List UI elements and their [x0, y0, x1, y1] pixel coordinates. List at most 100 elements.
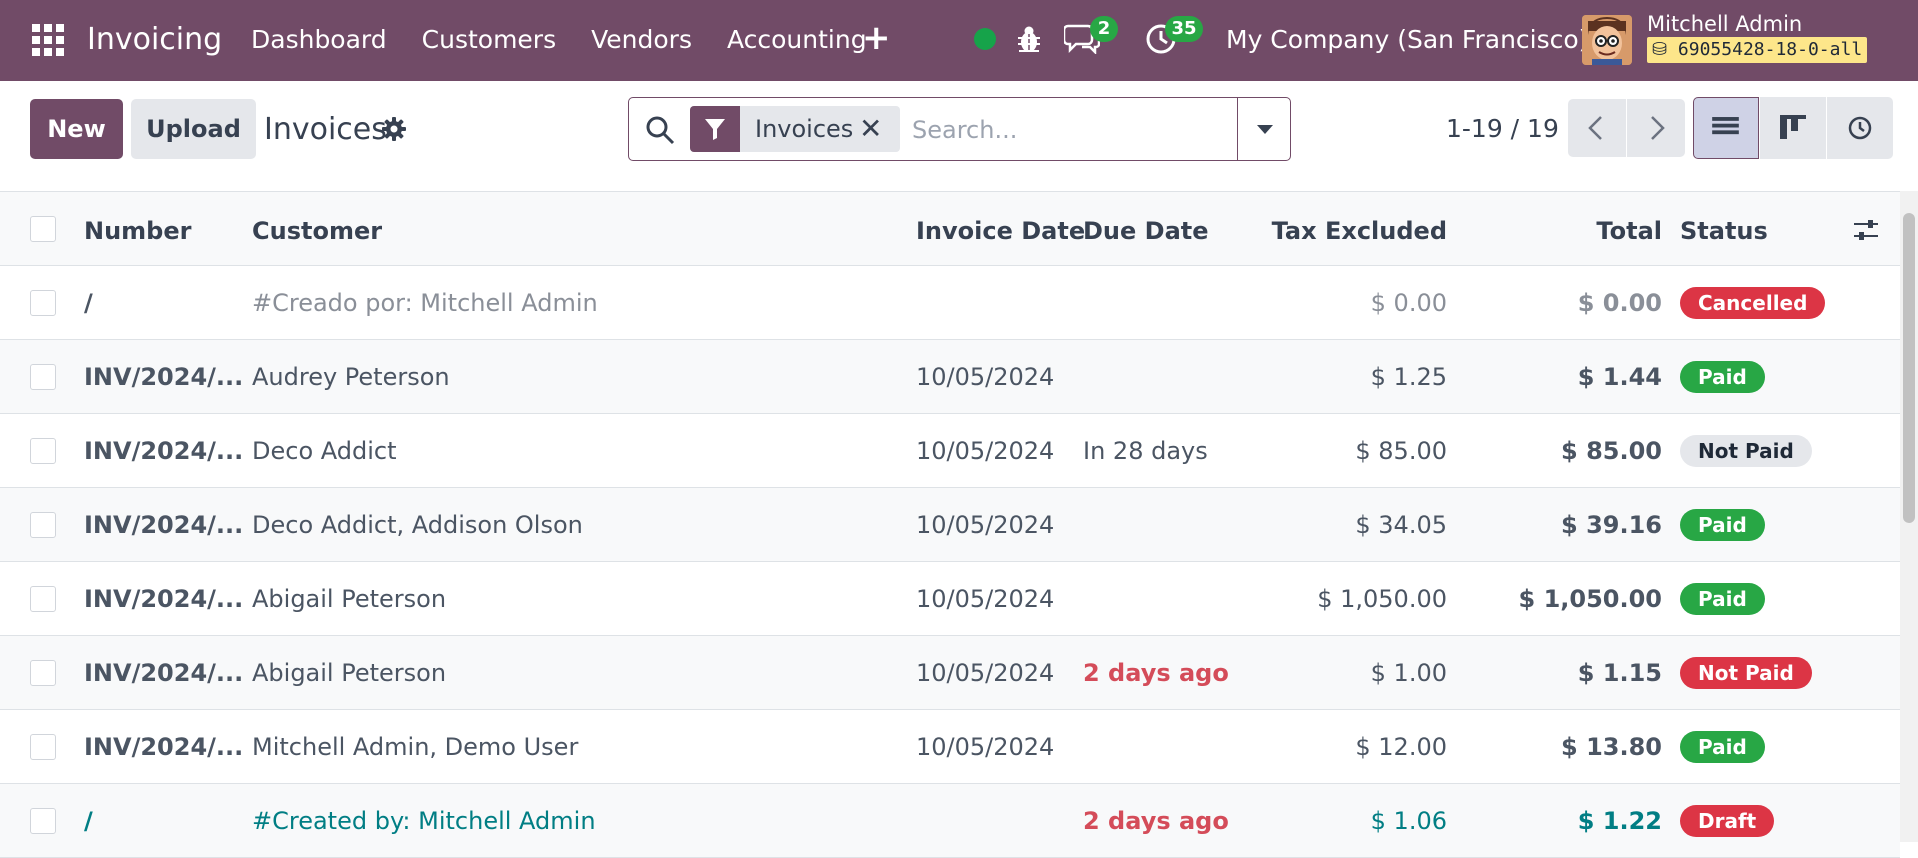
- row-checkbox[interactable]: [30, 512, 56, 538]
- row-invoice-date: 10/05/2024: [916, 363, 1055, 391]
- row-tax-excluded: $ 1,050.00: [1317, 585, 1447, 613]
- row-number: INV/2024/...: [84, 363, 244, 391]
- table-row[interactable]: INV/2024/... Audrey Peterson 10/05/2024 …: [0, 340, 1900, 414]
- status-badge: Paid: [1680, 731, 1765, 763]
- row-tax-excluded: $ 1.06: [1370, 807, 1447, 835]
- new-button[interactable]: New: [30, 99, 123, 159]
- activities-count-badge: 35: [1165, 16, 1203, 42]
- row-customer: #Creado por: Mitchell Admin: [252, 289, 598, 317]
- row-checkbox[interactable]: [30, 438, 56, 464]
- status-dot-icon[interactable]: [974, 28, 996, 50]
- row-tax-excluded: $ 1.25: [1370, 363, 1447, 391]
- row-number: INV/2024/...: [84, 437, 244, 465]
- messages-count-badge: 2: [1090, 16, 1118, 42]
- pager-previous-button[interactable]: [1568, 99, 1626, 157]
- row-total: $ 0.00: [1577, 289, 1662, 317]
- menu-dashboard[interactable]: Dashboard: [251, 20, 387, 60]
- column-total[interactable]: Total: [1596, 216, 1662, 246]
- upload-button[interactable]: Upload: [131, 99, 256, 159]
- menu-customers[interactable]: Customers: [422, 20, 556, 60]
- column-tax-excluded[interactable]: Tax Excluded: [1272, 216, 1447, 246]
- row-due-date: 2 days ago: [1083, 807, 1229, 835]
- row-checkbox[interactable]: [30, 364, 56, 390]
- row-number: INV/2024/...: [84, 733, 244, 761]
- pager-value[interactable]: 1-19 / 19: [1446, 110, 1559, 148]
- column-due-date[interactable]: Due Date: [1083, 216, 1209, 246]
- row-customer: Abigail Peterson: [252, 585, 447, 613]
- column-number[interactable]: Number: [84, 216, 191, 246]
- row-tax-excluded: $ 0.00: [1370, 289, 1447, 317]
- list-view-icon: [1712, 117, 1739, 135]
- chevron-down-icon: [1257, 125, 1273, 134]
- bug-icon[interactable]: [1016, 24, 1042, 54]
- database-name: 69055428-18-0-all: [1677, 39, 1863, 60]
- chevron-left-icon: [1588, 116, 1602, 140]
- row-number: INV/2024/...: [84, 659, 244, 687]
- list-view-button[interactable]: [1693, 97, 1759, 159]
- column-customer[interactable]: Customer: [252, 216, 382, 246]
- search-options-toggle[interactable]: [1237, 98, 1290, 160]
- row-tax-excluded: $ 85.00: [1355, 437, 1447, 465]
- optional-columns-icon[interactable]: [1852, 218, 1880, 242]
- row-checkbox[interactable]: [30, 586, 56, 612]
- main-menu: Dashboard Customers Vendors Accounting: [251, 20, 902, 60]
- database-icon: ⛁: [1652, 39, 1678, 60]
- row-invoice-date: 10/05/2024: [916, 659, 1055, 687]
- table-row[interactable]: / #Created by: Mitchell Admin 2 days ago…: [0, 784, 1900, 858]
- row-total: $ 85.00: [1561, 437, 1662, 465]
- row-number: /: [84, 289, 93, 317]
- row-checkbox[interactable]: [30, 660, 56, 686]
- status-badge: Draft: [1680, 805, 1775, 837]
- row-number: INV/2024/...: [84, 585, 244, 613]
- filter-icon: [690, 106, 740, 152]
- page-title: Invoices: [264, 112, 387, 147]
- kanban-view-button[interactable]: [1760, 97, 1826, 159]
- row-checkbox[interactable]: [30, 808, 56, 834]
- search-icon[interactable]: [645, 115, 675, 145]
- apps-grid-icon[interactable]: [32, 24, 64, 56]
- column-invoice-date[interactable]: Invoice Date: [916, 216, 1085, 246]
- kanban-view-icon: [1780, 115, 1806, 139]
- chevron-right-icon: [1651, 116, 1665, 140]
- row-number: /: [84, 807, 93, 835]
- column-status[interactable]: Status: [1680, 216, 1768, 246]
- row-tax-excluded: $ 12.00: [1355, 733, 1447, 761]
- row-invoice-date: 10/05/2024: [916, 437, 1055, 465]
- search-input[interactable]: [912, 110, 1232, 150]
- row-total: $ 39.16: [1561, 511, 1662, 539]
- status-badge: Paid: [1680, 583, 1765, 615]
- table-row[interactable]: INV/2024/... Mitchell Admin, Demo User 1…: [0, 710, 1900, 784]
- table-header: Number Customer Invoice Date Due Date Ta…: [0, 191, 1900, 266]
- table-row[interactable]: INV/2024/... Deco Addict 10/05/2024 In 2…: [0, 414, 1900, 488]
- table-row[interactable]: INV/2024/... Abigail Peterson 10/05/2024…: [0, 636, 1900, 710]
- pager-next-button[interactable]: [1627, 99, 1685, 157]
- activity-view-icon: [1848, 116, 1872, 140]
- user-name[interactable]: Mitchell Admin: [1647, 10, 1802, 38]
- company-switcher[interactable]: My Company (San Francisco): [1226, 20, 1588, 60]
- select-all-checkbox[interactable]: [30, 216, 56, 242]
- row-total: $ 1.22: [1577, 807, 1662, 835]
- row-checkbox[interactable]: [30, 734, 56, 760]
- menu-accounting[interactable]: Accounting: [727, 20, 867, 60]
- plus-icon[interactable]: +: [862, 18, 891, 58]
- row-customer: Mitchell Admin, Demo User: [252, 733, 579, 761]
- table-row[interactable]: INV/2024/... Abigail Peterson 10/05/2024…: [0, 562, 1900, 636]
- status-badge: Cancelled: [1680, 287, 1826, 319]
- avatar[interactable]: [1582, 15, 1632, 65]
- status-badge: Not Paid: [1680, 435, 1812, 467]
- table-row[interactable]: / #Creado por: Mitchell Admin $ 0.00 $ 0…: [0, 266, 1900, 340]
- table-row[interactable]: INV/2024/... Deco Addict, Addison Olson …: [0, 488, 1900, 562]
- row-customer: Deco Addict: [252, 437, 397, 465]
- scrollbar-thumb[interactable]: [1903, 213, 1915, 523]
- activity-view-button[interactable]: [1827, 97, 1893, 159]
- facet-close-icon[interactable]: ✕: [859, 112, 882, 146]
- row-total: $ 1,050.00: [1518, 585, 1662, 613]
- menu-vendors[interactable]: Vendors: [591, 20, 692, 60]
- row-customer: #Created by: Mitchell Admin: [252, 807, 596, 835]
- row-invoice-date: 10/05/2024: [916, 511, 1055, 539]
- gear-icon[interactable]: [381, 116, 407, 142]
- row-checkbox[interactable]: [30, 290, 56, 316]
- row-total: $ 1.44: [1577, 363, 1662, 391]
- status-badge: Not Paid: [1680, 657, 1812, 689]
- app-brand[interactable]: Invoicing: [87, 20, 222, 60]
